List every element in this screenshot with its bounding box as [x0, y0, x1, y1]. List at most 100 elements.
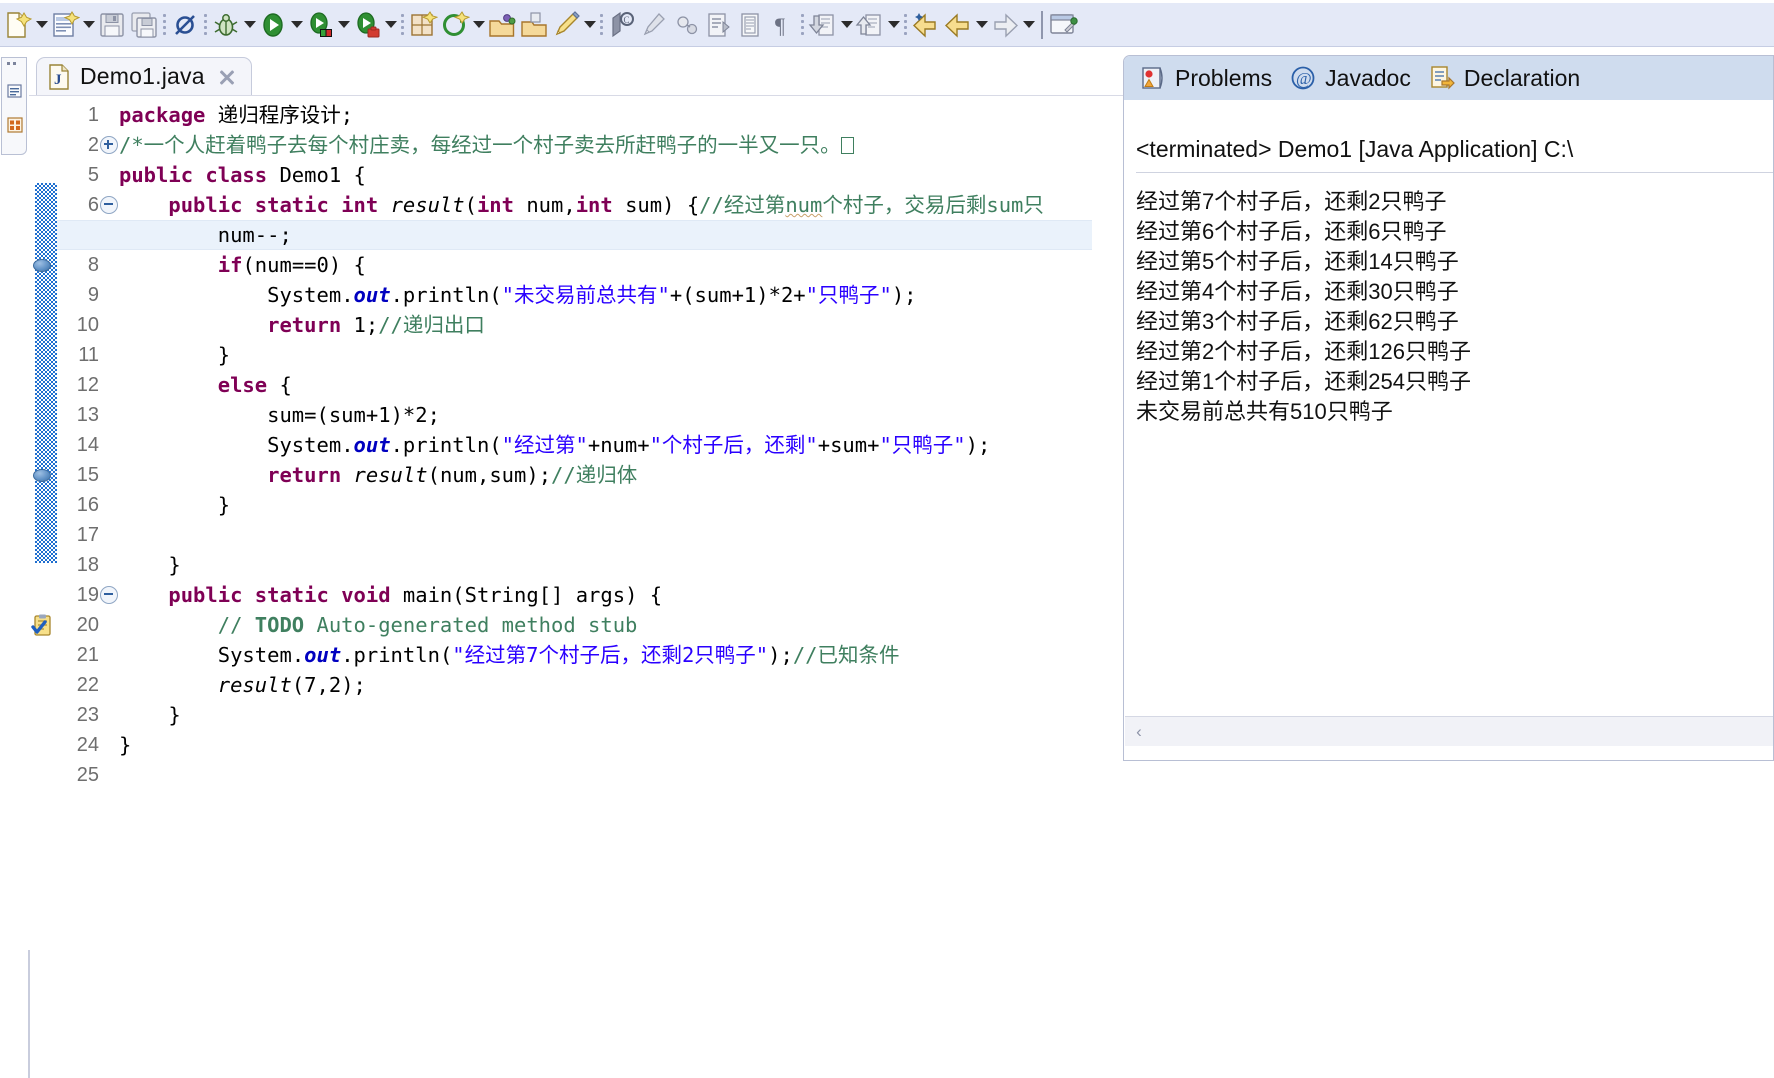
paragraph-button[interactable]: ¶ [767, 7, 797, 43]
show-whitespace-button[interactable] [735, 7, 765, 43]
view-tab-javadoc[interactable]: @ Javadoc [1286, 58, 1415, 98]
code-line[interactable]: } [119, 700, 180, 730]
external-tools-button[interactable] [352, 7, 382, 43]
toolbar-separator [160, 10, 169, 40]
line-number: 1 [87, 104, 99, 126]
next-annotation-button[interactable] [703, 7, 733, 43]
code-line[interactable]: package 递归程序设计; [119, 100, 353, 130]
code-line[interactable]: public class Demo1 { [119, 160, 366, 190]
code-line[interactable]: System.out.println("未交易前总共有"+(sum+1)*2+"… [119, 280, 916, 310]
code-line[interactable]: public static int result(int num,int sum… [119, 190, 1044, 220]
view-tab-declaration[interactable]: Declaration [1425, 58, 1584, 98]
toolbar-separator [398, 10, 407, 40]
code-line[interactable]: /*一个人赶着鸭子去每个村庄卖，每经过一个村子卖去所赶鸭子的一半又一只。 [119, 130, 854, 160]
back-star-arrow-icon [911, 10, 941, 40]
new-wizard-button[interactable] [3, 7, 33, 43]
code-line[interactable]: if(num==0) { [119, 250, 366, 280]
code-line[interactable]: public static void main(String[] args) { [119, 580, 662, 610]
down-arrow-doc-icon [808, 10, 838, 40]
toolbar-separator-line [1036, 10, 1047, 40]
chevron-down-icon[interactable] [839, 10, 854, 40]
chevron-left-icon[interactable]: ‹ [1125, 718, 1153, 746]
clean-button[interactable] [639, 7, 669, 43]
close-icon[interactable] [217, 67, 237, 87]
forward-button[interactable] [990, 7, 1020, 43]
code-line[interactable]: } [119, 340, 230, 370]
svg-text:@: @ [1296, 69, 1312, 88]
fold-expand-icon[interactable] [100, 136, 118, 154]
chevron-down-icon[interactable] [974, 10, 989, 40]
run-button[interactable] [258, 7, 288, 43]
code-line[interactable]: return result(num,sum);//递归体 [119, 460, 637, 490]
open-perspective-button[interactable] [1048, 7, 1078, 43]
refactor-button[interactable] [671, 7, 701, 43]
line-number: 21 [76, 644, 99, 666]
skip-all-breakpoints-button[interactable] [170, 7, 200, 43]
broom-icon [639, 10, 669, 40]
open-package-button[interactable] [487, 7, 517, 43]
chevron-down-icon[interactable] [336, 10, 351, 40]
chevron-down-icon[interactable] [81, 10, 96, 40]
search-marker-button[interactable] [551, 7, 581, 43]
fold-collapse-icon[interactable] [100, 586, 118, 604]
new-file-icon [3, 10, 33, 40]
console-horizontal-scrollbar[interactable]: ‹ [1125, 716, 1773, 747]
debug-button[interactable] [211, 7, 241, 43]
breakpoint-marker-icon[interactable] [33, 259, 51, 272]
code-line[interactable]: System.out.println("经过第7个村子后，还剩2只鸭子");//… [119, 640, 900, 670]
code-line[interactable]: } [119, 490, 230, 520]
line-number: 17 [76, 524, 99, 546]
new-java-class-button[interactable] [50, 7, 81, 43]
open-resource-button[interactable] [519, 7, 549, 43]
open-type-button[interactable] [440, 7, 471, 43]
new-java-project-button[interactable] [408, 7, 439, 43]
chevron-down-icon[interactable] [886, 10, 901, 40]
scrollbar-track[interactable] [1153, 718, 1773, 746]
todo-task-marker-icon[interactable] [31, 613, 55, 637]
view-tab-problems[interactable]: Problems [1136, 58, 1276, 98]
back-to-last-edit-button[interactable] [911, 7, 941, 43]
coverage-button[interactable] [305, 7, 335, 43]
open-package-icon [487, 10, 517, 40]
save-all-button[interactable] [129, 7, 159, 43]
code-line[interactable]: else { [119, 370, 292, 400]
console-output-line: 经过第7个村子后，还剩2只鸭子 [1136, 189, 1447, 214]
code-line[interactable]: // TODO Auto-generated method stub [119, 610, 638, 640]
back-button[interactable] [943, 7, 973, 43]
package-explorer-icon[interactable] [6, 82, 24, 100]
breakpoint-marker-icon[interactable] [33, 469, 51, 482]
chevron-down-icon[interactable] [242, 10, 257, 40]
previous-edit-button[interactable] [808, 7, 838, 43]
chevron-down-icon[interactable] [471, 10, 486, 40]
forward-arrow-icon [990, 10, 1020, 40]
line-number: 20 [76, 614, 99, 636]
chevron-down-icon[interactable] [34, 10, 49, 40]
chevron-down-icon[interactable] [582, 10, 597, 40]
line-number: 11 [78, 344, 99, 366]
fold-collapse-icon[interactable] [100, 196, 118, 214]
pencil-marker-icon [551, 10, 581, 40]
view-tabstrip: Problems @ Javadoc Declaration [1124, 56, 1773, 100]
fast-view-bar[interactable] [1, 57, 27, 155]
line-number: 18 [76, 554, 99, 576]
outline-icon[interactable] [6, 116, 24, 134]
console-output-line: 经过第6个村子后，还剩6只鸭子 [1136, 219, 1447, 244]
chevron-down-icon[interactable] [1021, 10, 1036, 40]
console-output-body[interactable]: <terminated> Demo1 [Java Application] C:… [1125, 100, 1773, 716]
line-number: 16 [76, 494, 99, 516]
svg-text:J: J [54, 72, 62, 88]
code-line[interactable]: } [119, 550, 180, 580]
code-line[interactable]: sum=(sum+1)*2; [119, 400, 440, 430]
editor-tab-demo1[interactable]: J Demo1.java [36, 57, 252, 95]
code-line[interactable]: return 1;//递归出口 [119, 310, 485, 340]
code-line[interactable]: System.out.println("经过第"+num+"个村子后，还剩"+s… [119, 430, 990, 460]
chevron-down-icon[interactable] [289, 10, 304, 40]
chevron-down-icon[interactable] [383, 10, 398, 40]
code-line[interactable]: result(7,2); [119, 670, 366, 700]
code-line[interactable]: num--; [119, 220, 292, 250]
code-line[interactable]: } [119, 730, 131, 760]
next-edit-button[interactable] [855, 7, 885, 43]
line-number: 6 [87, 194, 99, 216]
save-button[interactable] [97, 7, 127, 43]
toggle-mark-occurrences-button[interactable]: C [607, 7, 637, 43]
